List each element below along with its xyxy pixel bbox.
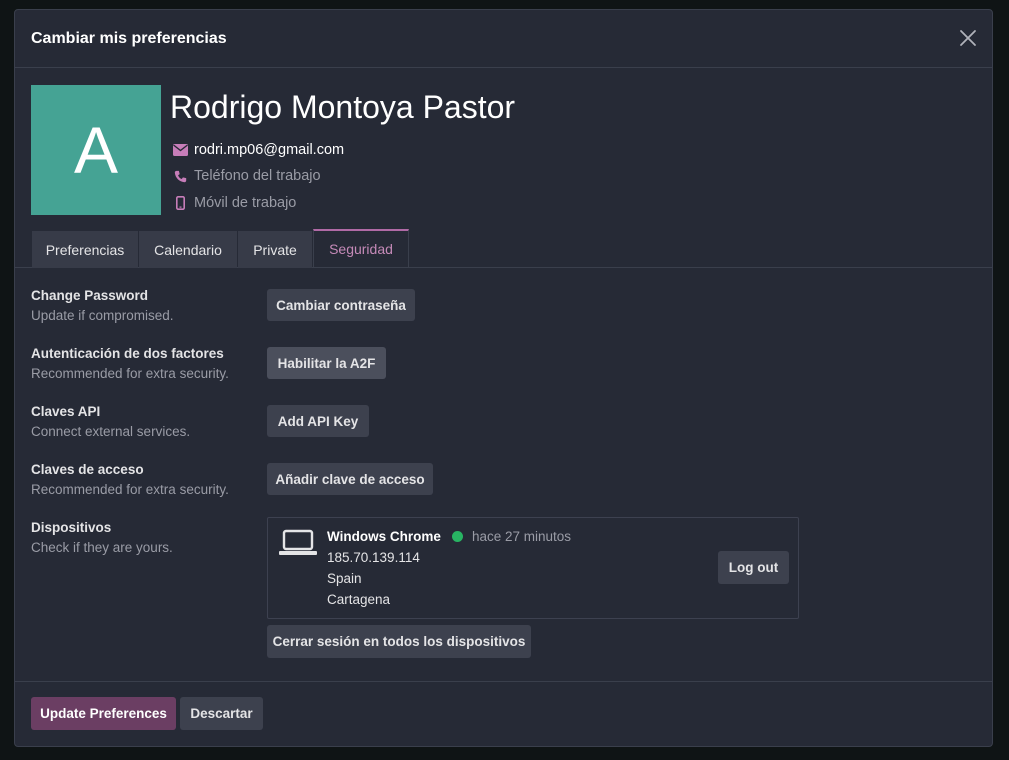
dialog-title: Cambiar mis preferencias	[31, 29, 227, 47]
device-ip: 185.70.139.114	[327, 550, 420, 565]
change-password-description: Update if compromised.	[31, 308, 174, 323]
user-name: Rodrigo Montoya Pastor	[170, 89, 516, 125]
change-password-row: Change Password Update if compromised.	[31, 288, 174, 323]
passkeys-row: Claves de acceso Recommended for extra s…	[31, 462, 229, 497]
work-phone-placeholder: Teléfono del trabajo	[194, 168, 321, 184]
enable-2fa-button[interactable]: Habilitar la A2F	[267, 347, 386, 379]
tab-seguridad[interactable]: Seguridad	[313, 229, 409, 267]
tab-private[interactable]: Private	[238, 231, 312, 268]
work-phone-row[interactable]: Teléfono del trabajo	[172, 168, 321, 184]
device-name: Windows Chrome	[327, 529, 441, 544]
dialog-header: Cambiar mis preferencias	[15, 10, 992, 68]
work-mobile-row[interactable]: Móvil de trabajo	[172, 195, 296, 211]
api-keys-label: Claves API	[31, 404, 101, 419]
update-preferences-button[interactable]: Update Preferences	[31, 697, 176, 730]
passkeys-description: Recommended for extra security.	[31, 482, 229, 497]
laptop-icon	[279, 529, 317, 562]
mobile-icon	[172, 195, 188, 211]
envelope-icon	[172, 142, 188, 158]
avatar-letter: A	[73, 113, 119, 187]
api-keys-description: Connect external services.	[31, 424, 191, 439]
dialog-footer: Update Preferences Descartar	[15, 681, 992, 748]
preferences-dialog: Cambiar mis preferencias A Rodrigo Monto…	[14, 9, 993, 747]
change-password-button[interactable]: Cambiar contraseña	[267, 289, 415, 321]
logout-all-devices-button[interactable]: Cerrar sesión en todos los dispositivos	[267, 625, 531, 658]
close-button[interactable]	[958, 28, 978, 48]
devices-description: Check if they are yours.	[31, 540, 173, 555]
devices-label: Dispositivos	[31, 520, 112, 535]
phone-icon	[172, 168, 188, 184]
work-mobile-placeholder: Móvil de trabajo	[194, 195, 297, 211]
device-card: Windows Chrome hace 27 minutos 185.70.13…	[267, 517, 799, 619]
two-factor-row: Autenticación de dos factores Recommende…	[31, 346, 229, 381]
device-last-active: hace 27 minutos	[472, 529, 572, 544]
email-row: rodri.mp06@gmail.com	[172, 142, 344, 158]
add-api-key-button[interactable]: Add API Key	[267, 405, 369, 437]
online-status-dot	[452, 531, 463, 542]
email-value[interactable]: rodri.mp06@gmail.com	[194, 142, 344, 158]
discard-button[interactable]: Descartar	[180, 697, 263, 730]
two-factor-label: Autenticación de dos factores	[31, 346, 224, 361]
devices-row: Dispositivos Check if they are yours.	[31, 520, 173, 555]
change-password-label: Change Password	[31, 288, 149, 303]
add-passkey-button[interactable]: Añadir clave de acceso	[267, 463, 433, 495]
tab-calendario[interactable]: Calendario	[139, 231, 237, 268]
api-keys-row: Claves API Connect external services.	[31, 404, 190, 439]
device-city: Cartagena	[327, 592, 391, 607]
passkeys-label: Claves de acceso	[31, 462, 144, 477]
device-country: Spain	[327, 571, 362, 586]
device-logout-button[interactable]: Log out	[718, 551, 789, 584]
tab-preferencias[interactable]: Preferencias	[32, 231, 138, 268]
avatar[interactable]: A	[31, 85, 161, 215]
close-icon	[960, 30, 976, 46]
tab-bar: Preferencias Calendario Private Segurida…	[15, 229, 992, 268]
two-factor-description: Recommended for extra security.	[31, 366, 229, 381]
